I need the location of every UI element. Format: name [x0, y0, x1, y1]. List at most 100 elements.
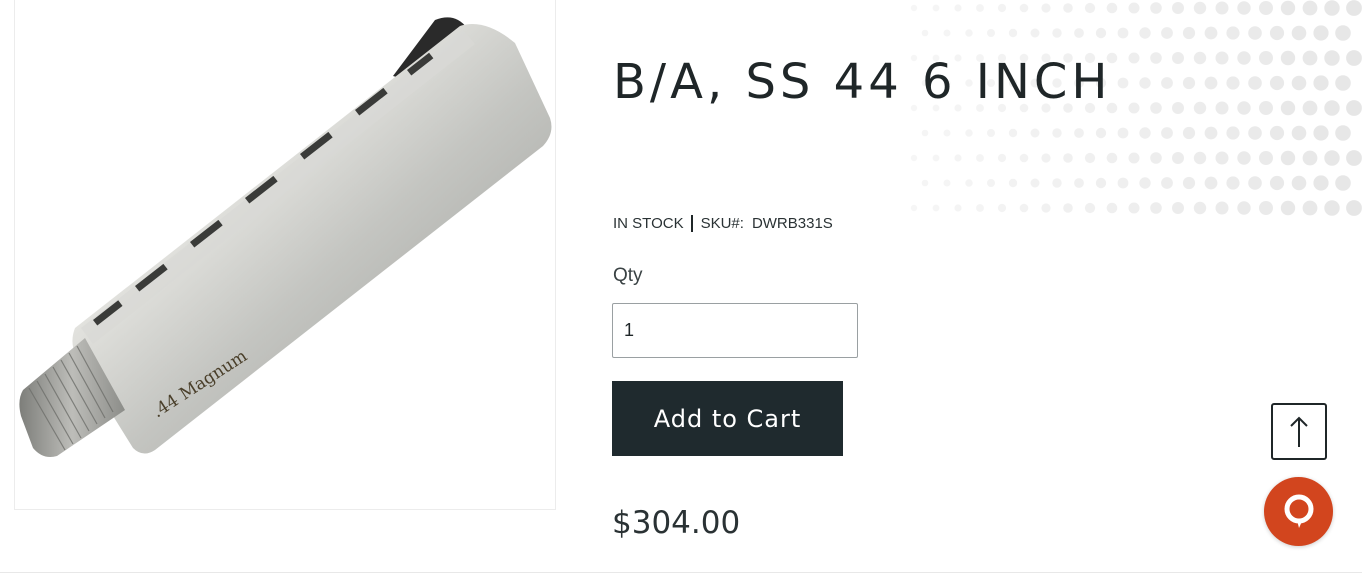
- pattern-dot: [1063, 3, 1073, 13]
- sku-value: DWRB331S: [751, 215, 833, 232]
- pattern-dot: [910, 4, 918, 12]
- pattern-dot: [1030, 128, 1040, 138]
- pattern-dot: [1139, 127, 1151, 139]
- pattern-dot: [1226, 176, 1240, 190]
- pattern-dot: [1291, 125, 1307, 141]
- pattern-dot: [1226, 126, 1240, 140]
- pattern-dot: [1237, 201, 1251, 215]
- pattern-dot: [1128, 52, 1140, 64]
- stock-status: IN STOCK: [613, 215, 684, 232]
- pattern-dot: [1259, 151, 1273, 165]
- pattern-dot: [1259, 1, 1273, 15]
- pattern-dot: [1313, 75, 1329, 91]
- chat-button[interactable]: [1264, 477, 1333, 546]
- pattern-dot: [1150, 152, 1162, 164]
- pattern-dot: [1248, 126, 1262, 140]
- pattern-dot: [1302, 200, 1318, 216]
- pattern-dot: [1182, 126, 1196, 140]
- pattern-dot: [932, 4, 940, 12]
- pattern-dot: [1204, 26, 1218, 40]
- pattern-dot: [987, 29, 995, 37]
- pattern-dot: [1237, 151, 1251, 165]
- pattern-dot: [1172, 102, 1184, 114]
- pattern-dot: [1193, 101, 1207, 115]
- pattern-dot: [1106, 152, 1118, 164]
- pattern-dot: [1226, 76, 1240, 90]
- pattern-dot: [1074, 128, 1084, 138]
- pattern-dot: [1237, 1, 1251, 15]
- pattern-dot: [1182, 26, 1196, 40]
- pattern-dot: [1324, 200, 1340, 216]
- pattern-dot: [1052, 178, 1062, 188]
- pattern-dot: [1193, 201, 1207, 215]
- pattern-dot: [1280, 200, 1296, 216]
- pattern-dot: [1019, 3, 1029, 13]
- pattern-dot: [1269, 175, 1285, 191]
- pattern-dot: [1161, 27, 1173, 39]
- pattern-dot: [1215, 201, 1229, 215]
- pattern-dot: [1161, 77, 1173, 89]
- chat-bubble-icon: [1284, 494, 1313, 528]
- pattern-dot: [921, 29, 929, 37]
- pattern-dot: [965, 179, 973, 187]
- pattern-dot: [1259, 101, 1273, 115]
- pattern-dot: [1030, 28, 1040, 38]
- product-image[interactable]: .44 Magnum: [14, 0, 556, 510]
- pattern-dot: [1182, 76, 1196, 90]
- pattern-dot: [1117, 177, 1129, 189]
- pattern-dot: [1161, 127, 1173, 139]
- pattern-dot: [976, 204, 984, 212]
- pattern-dot: [1346, 100, 1362, 116]
- pattern-dot: [1346, 0, 1362, 16]
- product-title: B/A, SS 44 6 INCH: [613, 54, 1112, 110]
- pattern-dot: [943, 129, 951, 137]
- scroll-to-top-button[interactable]: [1271, 403, 1327, 460]
- pattern-dot: [910, 154, 918, 162]
- pattern-dot: [1335, 75, 1351, 91]
- add-to-cart-button[interactable]: Add to Cart: [612, 381, 843, 456]
- pattern-dot: [1041, 153, 1051, 163]
- pattern-dot: [1215, 51, 1229, 65]
- pattern-dot: [1193, 151, 1207, 165]
- pattern-dot: [943, 179, 951, 187]
- pattern-dot: [1095, 177, 1107, 189]
- pattern-dot: [1302, 50, 1318, 66]
- pattern-dot: [1117, 27, 1129, 39]
- pattern-dot: [932, 154, 940, 162]
- pattern-dot: [932, 204, 940, 212]
- pattern-dot: [1193, 51, 1207, 65]
- pattern-dot: [1269, 25, 1285, 41]
- pattern-dot: [1248, 76, 1262, 90]
- pattern-dot: [1335, 125, 1351, 141]
- pattern-dot: [1084, 152, 1096, 164]
- pattern-dot: [1346, 50, 1362, 66]
- pattern-dot: [1313, 175, 1329, 191]
- pattern-dot: [1172, 202, 1184, 214]
- pattern-dot: [1182, 176, 1196, 190]
- qty-input[interactable]: [612, 303, 858, 358]
- pattern-dot: [1259, 51, 1273, 65]
- pattern-dot: [1193, 1, 1207, 15]
- pattern-dot: [1084, 2, 1096, 14]
- pattern-dot: [1052, 28, 1062, 38]
- pattern-dot: [1324, 0, 1340, 16]
- pattern-dot: [954, 204, 962, 212]
- pattern-dot: [1204, 176, 1218, 190]
- pattern-dot: [1030, 178, 1040, 188]
- pattern-dot: [1150, 2, 1162, 14]
- pattern-dot: [943, 29, 951, 37]
- pattern-dot: [1106, 202, 1118, 214]
- pattern-dot: [1237, 51, 1251, 65]
- pattern-dot: [1313, 125, 1329, 141]
- pattern-dot: [997, 3, 1007, 13]
- pattern-dot: [1019, 153, 1029, 163]
- pattern-dot: [1335, 175, 1351, 191]
- pattern-dot: [1280, 0, 1296, 16]
- pattern-dot: [1128, 152, 1140, 164]
- pattern-dot: [1063, 203, 1073, 213]
- pattern-dot: [1117, 127, 1129, 139]
- pattern-dot: [1139, 177, 1151, 189]
- separator: [690, 215, 693, 232]
- pattern-dot: [1008, 128, 1018, 138]
- pattern-dot: [1084, 202, 1096, 214]
